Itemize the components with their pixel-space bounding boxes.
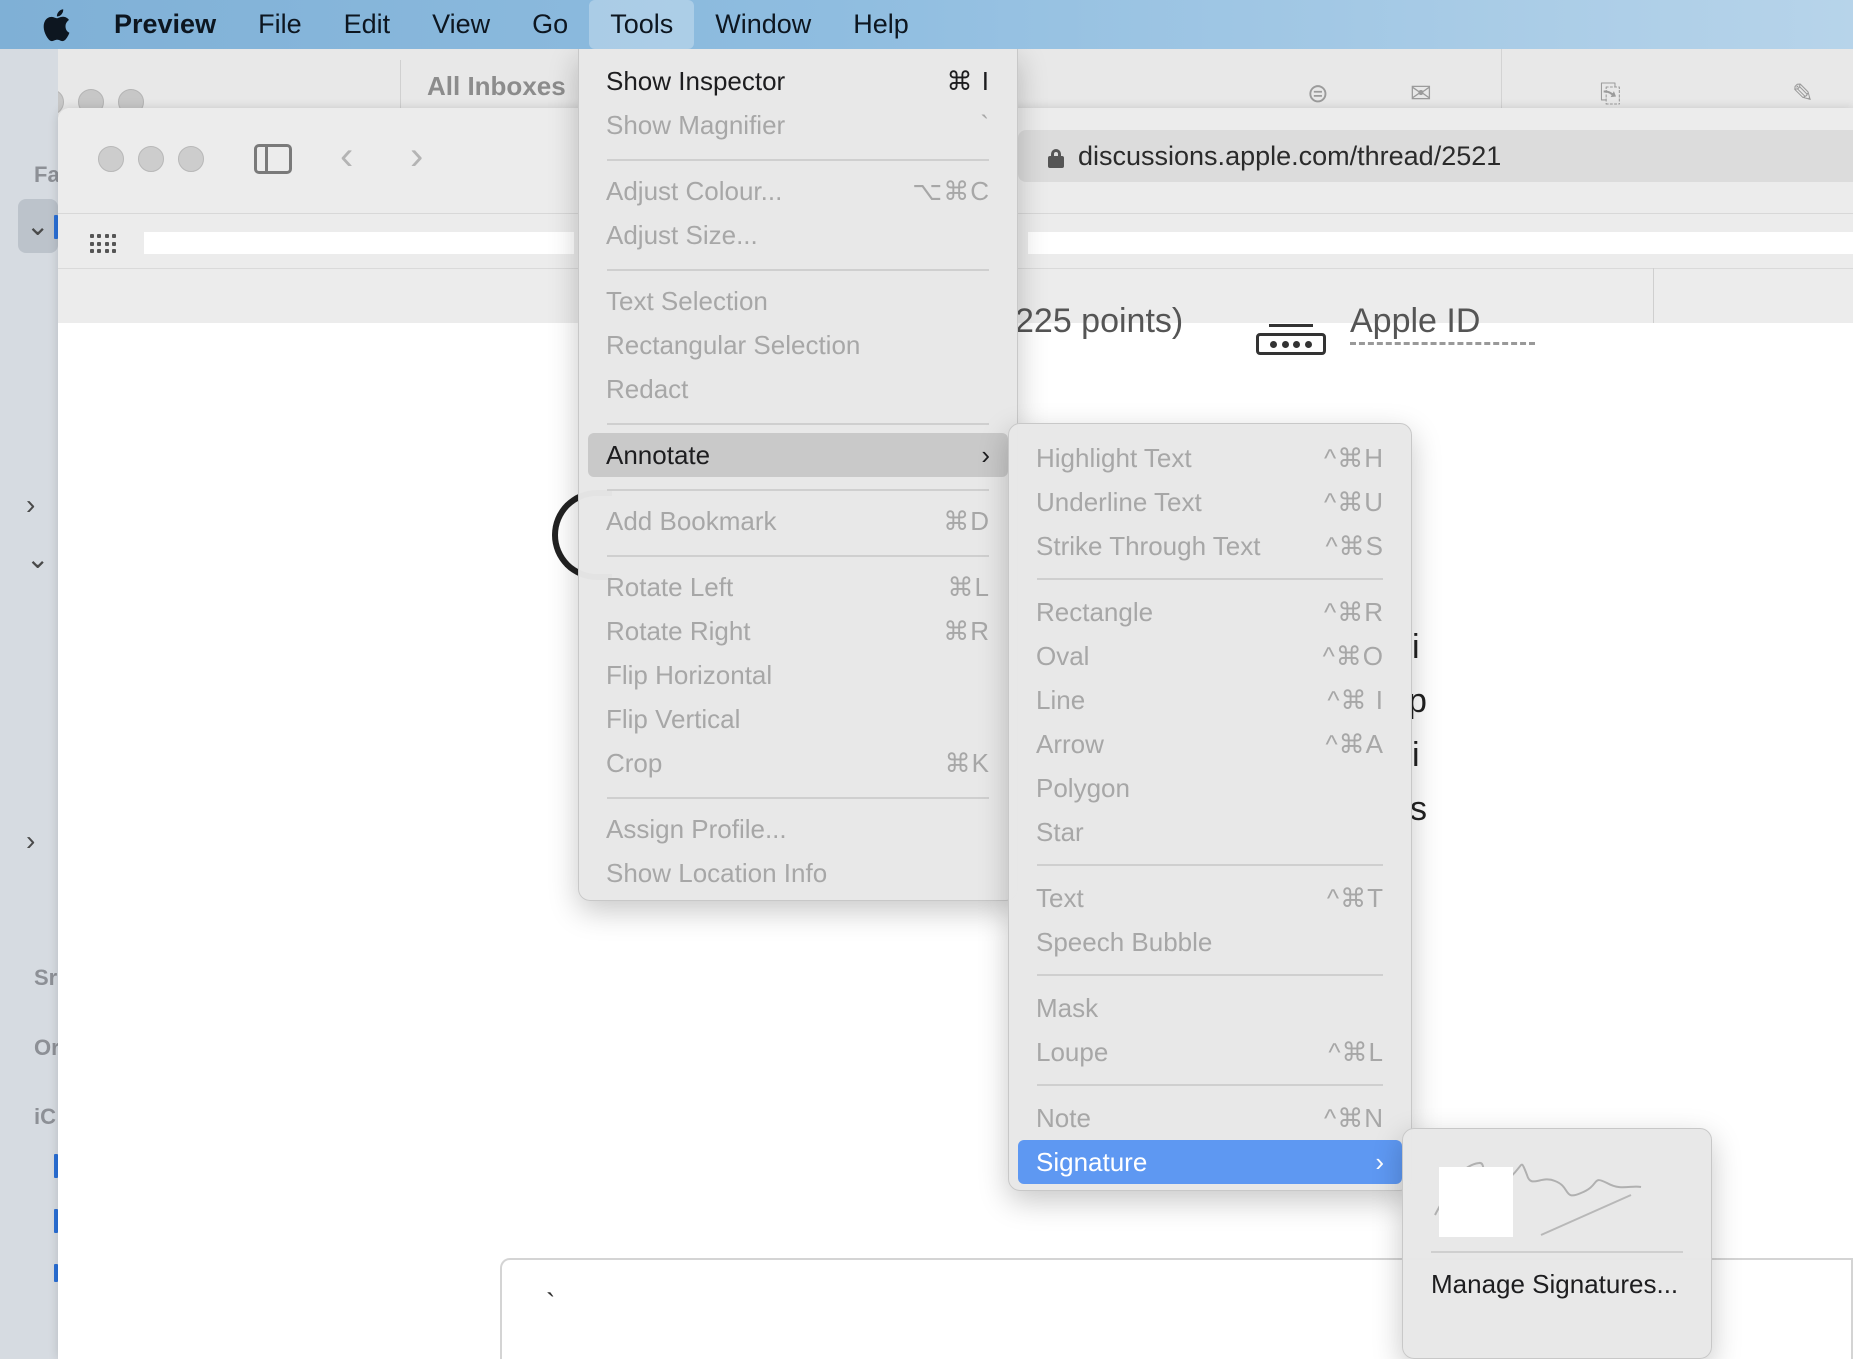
sidebar-toggle-icon[interactable] — [254, 144, 292, 174]
page-text-fragment: 225 points) — [1015, 302, 1184, 340]
menu-separator — [1431, 1251, 1683, 1253]
menu-item-manage-signatures[interactable]: Manage Signatures... — [1431, 1269, 1678, 1300]
menu-edit[interactable]: Edit — [323, 0, 412, 49]
chevron-down-icon[interactable]: ⌄ — [26, 209, 49, 242]
menu-item-show-magnifier[interactable]: Show Magnifier ` — [588, 103, 1008, 147]
page-text-fragment: i — [1412, 628, 1420, 666]
menu-item-show-inspector[interactable]: Show Inspector ⌘ I — [588, 59, 1008, 103]
menu-item-oval[interactable]: Oval ^⌘O — [1018, 634, 1402, 678]
menu-separator — [607, 269, 989, 271]
menu-item-adjust-size[interactable]: Adjust Size... — [588, 213, 1008, 257]
menu-item-highlight-text[interactable]: Highlight Text ^⌘H — [1018, 436, 1402, 480]
menu-separator — [607, 159, 989, 161]
grid-icon[interactable] — [90, 234, 116, 254]
menu-item-signature[interactable]: Signature › — [1018, 1140, 1402, 1184]
sidebar-fragment-favourites: Fa — [34, 162, 60, 187]
menu-item-redact[interactable]: Redact — [588, 367, 1008, 411]
page-text-fragment: i — [1412, 736, 1420, 774]
menu-separator — [1037, 578, 1383, 580]
menu-item-note[interactable]: Note ^⌘N — [1018, 1096, 1402, 1140]
menu-item-strike-through-text[interactable]: Strike Through Text ^⌘S — [1018, 524, 1402, 568]
menu-item-line[interactable]: Line ^⌘ I — [1018, 678, 1402, 722]
menu-separator — [1037, 974, 1383, 976]
page-text-fragment: s — [1410, 790, 1427, 828]
menu-separator — [1037, 864, 1383, 866]
menu-item-rotate-left[interactable]: Rotate Left ⌘L — [588, 565, 1008, 609]
menu-item-assign-profile[interactable]: Assign Profile... — [588, 807, 1008, 851]
chevron-down-icon[interactable]: ⌄ — [26, 542, 49, 575]
menu-item-speech-bubble[interactable]: Speech Bubble — [1018, 920, 1402, 964]
menu-item-mask[interactable]: Mask — [1018, 986, 1402, 1030]
lock-icon — [1048, 149, 1064, 168]
tools-menu: Show Inspector ⌘ I Show Magnifier ` Adjust… — [578, 49, 1018, 901]
menu-separator — [607, 423, 989, 425]
address-bar[interactable]: discussions.apple.com/thread/2521 — [1018, 130, 1853, 182]
menu-item-crop[interactable]: Crop ⌘K — [588, 741, 1008, 785]
mail-toolbar-divider — [1501, 49, 1502, 109]
chevron-right-icon[interactable]: › — [26, 489, 35, 521]
menu-bar: Preview File Edit View Go Tools Window H… — [0, 0, 1853, 49]
menu-item-annotate[interactable]: Annotate › — [588, 433, 1008, 477]
menu-item-rectangle[interactable]: Rectangle ^⌘R — [1018, 590, 1402, 634]
menu-file[interactable]: File — [237, 0, 323, 49]
chevron-right-icon[interactable]: › — [26, 825, 35, 857]
compose-icon[interactable]: ✎ — [1792, 78, 1814, 109]
sidebar-fragment-smart: Sr — [34, 965, 58, 990]
address-url: discussions.apple.com/thread/2521 — [1078, 140, 1502, 171]
menu-item-rectangular-selection[interactable]: Rectangular Selection — [588, 323, 1008, 367]
minimize-button[interactable] — [138, 146, 164, 172]
sidebar-fragment-on-my-mac: Or — [34, 1035, 60, 1060]
tab-divider — [1653, 268, 1654, 323]
page-text-fragment: Apple ID — [1350, 302, 1481, 340]
menu-separator — [607, 555, 989, 557]
comment-mark: ` — [546, 1288, 556, 1319]
menu-tools[interactable]: Tools — [589, 0, 695, 49]
menu-item-add-bookmark[interactable]: Add Bookmark ⌘D — [588, 499, 1008, 543]
chevron-right-icon: › — [1375, 1146, 1384, 1177]
menu-item-flip-vertical[interactable]: Flip Vertical — [588, 697, 1008, 741]
zoom-button[interactable] — [178, 146, 204, 172]
annotate-submenu: Highlight Text ^⌘H Underline Text ^⌘U Stri… — [1008, 423, 1412, 1191]
mail-sidebar: Fa ⌄ › ⌄ › Sr Or iC — [0, 49, 60, 1359]
filter-icon[interactable]: ⊜ — [1307, 78, 1329, 109]
menu-item-polygon[interactable]: Polygon — [1018, 766, 1402, 810]
menu-separator — [1037, 1084, 1383, 1086]
signature-thumbnail — [1439, 1167, 1513, 1237]
reply-icon[interactable]: ⎘ — [1600, 78, 1621, 110]
back-arrow-icon[interactable]: ‹ — [340, 134, 353, 179]
menu-separator — [607, 489, 989, 491]
menu-window[interactable]: Window — [694, 0, 832, 49]
menu-item-text[interactable]: Text ^⌘T — [1018, 876, 1402, 920]
forward-arrow-icon[interactable]: › — [410, 134, 423, 179]
favorites-bar — [144, 232, 574, 254]
menu-item-flip-horizontal[interactable]: Flip Horizontal — [588, 653, 1008, 697]
menu-item-adjust-colour[interactable]: Adjust Colour... ⌥⌘C — [588, 169, 1008, 213]
menu-go[interactable]: Go — [511, 0, 589, 49]
menu-item-text-selection[interactable]: Text Selection — [588, 279, 1008, 323]
envelope-icon[interactable]: ✉ — [1410, 78, 1432, 109]
signature-submenu: Manage Signatures... — [1402, 1128, 1712, 1359]
chevron-right-icon: › — [981, 439, 990, 470]
apple-logo-icon[interactable] — [0, 0, 112, 49]
menu-item-star[interactable]: Star — [1018, 810, 1402, 854]
menu-item-rotate-right[interactable]: Rotate Right ⌘R — [588, 609, 1008, 653]
all-inboxes-title: All Inboxes — [400, 60, 566, 112]
signature-preview[interactable] — [1431, 1145, 1669, 1245]
menu-separator — [607, 797, 989, 799]
menu-item-arrow[interactable]: Arrow ^⌘A — [1018, 722, 1402, 766]
sidebar-fragment-icloud: iC — [34, 1104, 56, 1129]
page-content-strip — [1408, 520, 1438, 925]
favorites-bar — [1028, 232, 1853, 254]
menu-view[interactable]: View — [411, 0, 511, 49]
menu-item-loupe[interactable]: Loupe ^⌘L — [1018, 1030, 1402, 1074]
dashed-divider — [1350, 342, 1535, 345]
menu-item-show-location-info[interactable]: Show Location Info — [588, 851, 1008, 895]
menu-app-preview[interactable]: Preview — [112, 0, 237, 49]
menu-help[interactable]: Help — [832, 0, 930, 49]
password-icon — [1256, 324, 1326, 355]
menu-item-underline-text[interactable]: Underline Text ^⌘U — [1018, 480, 1402, 524]
close-button[interactable] — [98, 146, 124, 172]
